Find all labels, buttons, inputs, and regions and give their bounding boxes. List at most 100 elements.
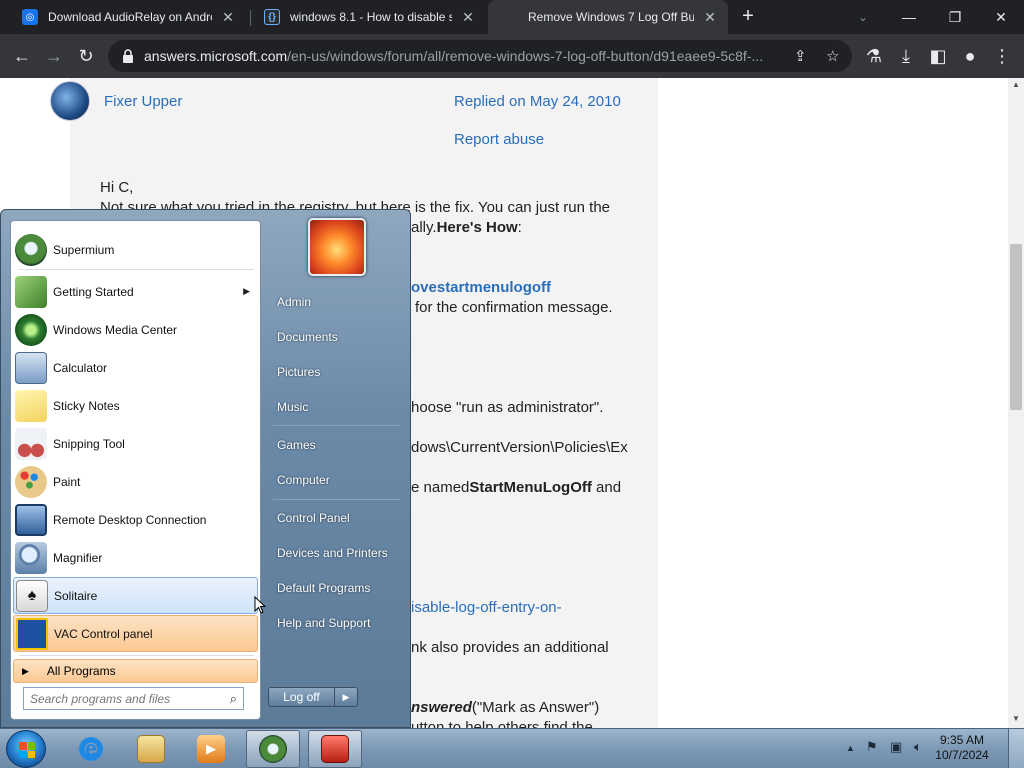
menu-kebab-icon[interactable]: ⋮ bbox=[988, 42, 1016, 70]
tab-title: Remove Windows 7 Log Off Butt bbox=[528, 10, 694, 24]
program-supermium[interactable]: Supermium bbox=[13, 231, 258, 268]
sticky-notes-icon bbox=[15, 389, 47, 422]
program-magnifier[interactable]: Magnifier bbox=[13, 539, 258, 576]
close-tab-icon[interactable]: ✕ bbox=[460, 9, 476, 26]
share-icon[interactable]: ⇪ bbox=[794, 47, 807, 65]
action-center-flag-icon[interactable]: ⚑ bbox=[866, 739, 878, 755]
paint-palette-icon bbox=[15, 465, 47, 498]
minimize-button[interactable]: — bbox=[886, 0, 932, 34]
reg-fix-link[interactable]: ovestartmenulogoff bbox=[411, 279, 551, 296]
taskbar-media-player[interactable]: ▶ bbox=[184, 730, 238, 768]
start-item-music[interactable]: Music bbox=[267, 392, 407, 422]
program-solitaire[interactable]: ♠ Solitaire bbox=[13, 577, 258, 614]
taskbar-vac-toolbox[interactable] bbox=[308, 730, 362, 768]
replied-date-link[interactable]: Replied on May 24, 2010 bbox=[454, 93, 621, 110]
volume-icon[interactable]: 🔈︎ bbox=[914, 739, 922, 755]
additional-text: nk also provides an additional bbox=[411, 639, 609, 656]
close-window-button[interactable]: ✕ bbox=[978, 0, 1024, 34]
bookmark-star-icon[interactable]: ☆ bbox=[826, 47, 839, 65]
restore-button[interactable]: ❐ bbox=[932, 0, 978, 34]
start-item-documents[interactable]: Documents bbox=[267, 322, 407, 352]
start-button[interactable] bbox=[6, 730, 46, 768]
expand-arrow-icon: ▶ bbox=[22, 665, 29, 676]
side-panel-icon[interactable]: ◧ bbox=[924, 42, 952, 70]
start-item-admin[interactable]: Admin bbox=[267, 287, 407, 317]
taskbar-internet-explorer[interactable]: e bbox=[64, 730, 118, 768]
close-tab-icon[interactable]: ✕ bbox=[220, 9, 236, 26]
all-programs-separator bbox=[19, 655, 254, 656]
back-arrow-icon[interactable]: ← bbox=[8, 42, 36, 70]
start-item-devices-printers[interactable]: Devices and Printers bbox=[267, 538, 407, 568]
program-label: Magnifier bbox=[53, 550, 103, 565]
log-off-button[interactable]: Log off ▶ bbox=[268, 687, 358, 707]
show-desktop-button[interactable] bbox=[1008, 729, 1024, 768]
tab-remove-log-off[interactable]: Remove Windows 7 Log Off Butt ✕ bbox=[488, 0, 728, 34]
author-avatar[interactable] bbox=[50, 81, 90, 121]
remote-desktop-icon bbox=[15, 503, 47, 536]
log-off-label[interactable]: Log off bbox=[269, 688, 335, 706]
start-item-control-panel[interactable]: Control Panel bbox=[267, 503, 407, 533]
reload-icon[interactable]: ↻ bbox=[72, 42, 100, 70]
program-windows-media-center[interactable]: Windows Media Center bbox=[13, 311, 258, 348]
start-search-input[interactable]: Search programs and files ⌕ bbox=[23, 687, 244, 710]
start-item-computer[interactable]: Computer bbox=[267, 465, 407, 495]
browser-tab-strip: ◎ Download AudioRelay on Andro ✕ {} wind… bbox=[0, 0, 1024, 34]
greeting-text: Hi C, bbox=[100, 179, 134, 196]
getting-started-icon bbox=[15, 275, 47, 308]
labs-flask-icon[interactable]: ⚗ bbox=[860, 42, 888, 70]
url-text: answers.microsoft.com/en-us/windows/foru… bbox=[144, 48, 764, 64]
scrollbar-thumb[interactable] bbox=[1010, 244, 1022, 410]
program-sticky-notes[interactable]: Sticky Notes bbox=[13, 387, 258, 424]
program-vac-control-panel[interactable]: VAC Control panel bbox=[13, 615, 258, 652]
tab-title: windows 8.1 - How to disable sh bbox=[290, 10, 452, 24]
search-icon[interactable]: ⌕ bbox=[230, 691, 237, 707]
program-label: Windows Media Center bbox=[53, 322, 178, 337]
program-label: Calculator bbox=[53, 360, 108, 375]
browser-toolbar: ← → ↻ answers.microsoft.com/en-us/window… bbox=[0, 34, 1024, 78]
body-line-2: ally.Here's How: bbox=[411, 219, 522, 236]
pinned-separator bbox=[19, 269, 254, 270]
program-getting-started[interactable]: Getting Started ▶ bbox=[13, 273, 258, 310]
download-icon[interactable]: ⤓ bbox=[892, 42, 920, 70]
author-name-link[interactable]: Fixer Upper bbox=[104, 93, 182, 110]
start-item-help-support[interactable]: Help and Support bbox=[267, 608, 407, 638]
tab-windows-81[interactable]: {} windows 8.1 - How to disable sh ✕ bbox=[250, 0, 486, 34]
start-item-games[interactable]: Games bbox=[267, 430, 407, 460]
profile-icon[interactable]: ● bbox=[956, 42, 984, 70]
scroll-down-arrow-icon[interactable]: ▼ bbox=[1008, 712, 1024, 726]
close-tab-icon[interactable]: ✕ bbox=[702, 9, 718, 26]
internet-explorer-icon: e bbox=[77, 735, 105, 763]
brackets-favicon-icon: {} bbox=[264, 9, 280, 25]
user-account-picture[interactable] bbox=[308, 218, 366, 276]
show-hidden-icons-arrow-icon[interactable]: ▲ bbox=[846, 743, 855, 753]
start-item-pictures[interactable]: Pictures bbox=[267, 357, 407, 387]
program-paint[interactable]: Paint bbox=[13, 463, 258, 500]
program-remote-desktop[interactable]: Remote Desktop Connection bbox=[13, 501, 258, 538]
supermium-icon bbox=[259, 735, 287, 763]
right-pane-separator bbox=[273, 425, 401, 426]
microsoft-favicon-icon bbox=[502, 9, 518, 25]
start-item-default-programs[interactable]: Default Programs bbox=[267, 573, 407, 603]
program-snipping-tool[interactable]: Snipping Tool bbox=[13, 425, 258, 462]
help-others-text: utton to help others find the bbox=[411, 719, 593, 728]
confirm-text: for the confirmation message. bbox=[415, 299, 613, 316]
report-abuse-link[interactable]: Report abuse bbox=[454, 131, 544, 148]
tab-audiorelay[interactable]: ◎ Download AudioRelay on Andro ✕ bbox=[8, 0, 246, 34]
taskbar-clock[interactable]: 9:35 AM 10/7/2024 bbox=[930, 733, 994, 763]
clock-date: 10/7/2024 bbox=[935, 748, 989, 762]
taskbar-supermium[interactable] bbox=[246, 730, 300, 768]
media-player-icon: ▶ bbox=[197, 735, 225, 763]
taskbar-file-explorer[interactable] bbox=[124, 730, 178, 768]
network-icon[interactable]: ▣ bbox=[890, 739, 902, 755]
all-programs-button[interactable]: ▶ All Programs bbox=[13, 659, 258, 683]
forward-arrow-icon[interactable]: → bbox=[40, 42, 68, 70]
shutdown-options-arrow-icon[interactable]: ▶ bbox=[335, 688, 357, 706]
media-center-icon bbox=[15, 313, 47, 346]
program-calculator[interactable]: Calculator bbox=[13, 349, 258, 386]
address-bar[interactable]: answers.microsoft.com/en-us/windows/foru… bbox=[108, 40, 852, 72]
scroll-up-arrow-icon[interactable]: ▲ bbox=[1008, 78, 1024, 92]
tutorial-link[interactable]: isable-log-off-entry-on- bbox=[411, 599, 562, 616]
new-tab-button[interactable]: + bbox=[736, 5, 760, 29]
audiorelay-favicon-icon: ◎ bbox=[22, 9, 38, 25]
tab-search-chevron-icon[interactable]: ⌄ bbox=[840, 0, 886, 34]
